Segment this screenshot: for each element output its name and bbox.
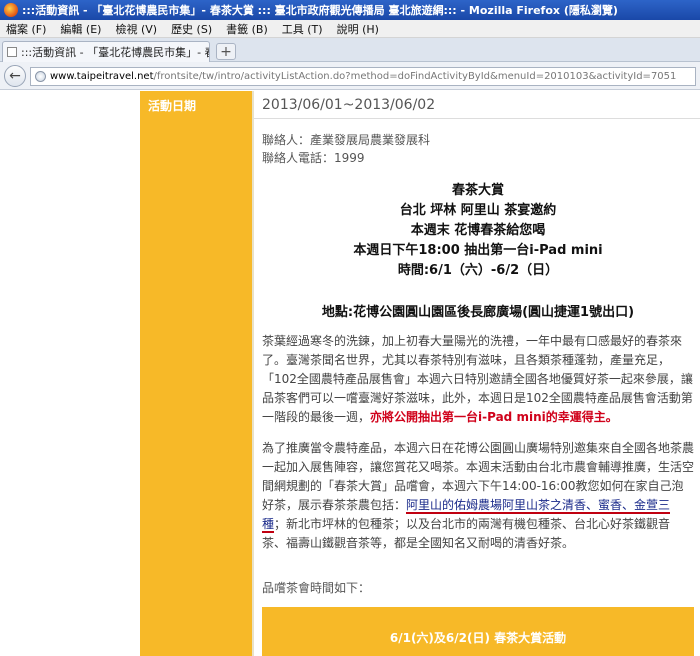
date-row: 2013/06/01~2013/06/02 <box>254 91 700 119</box>
column-divider <box>252 91 254 656</box>
page-favicon-icon <box>7 47 17 57</box>
paragraph-2-text-b: ；新北市坪林的包種茶；以及台北市的兩灣有機包種茶、台北心好茶鐵觀音茶、福壽山鐵觀… <box>262 517 671 550</box>
tab-label: :::活動資訊 - 「臺北花博農民市集」- 春⋯ <box>21 46 210 59</box>
menu-view[interactable]: 檢視 (V) <box>115 21 157 37</box>
contact-phone: 聯絡人電話：1999 <box>262 151 365 165</box>
page-content: 活動日期 2013/06/01~2013/06/02 聯絡人：產業發展局農業發展… <box>0 91 700 656</box>
tasting-schedule-label: 品嚐茶會時間如下： <box>262 581 371 595</box>
globe-icon <box>35 71 46 82</box>
new-tab-button[interactable]: + <box>216 43 236 60</box>
menu-history[interactable]: 歷史 (S) <box>171 21 212 37</box>
tab-activity-info[interactable]: :::活動資訊 - 「臺北花博農民市集」- 春⋯ <box>2 41 210 62</box>
back-button[interactable]: ← <box>4 65 26 87</box>
article-body: 聯絡人：產業發展局農業發展科 聯絡人電話：1999 春茶大賞 台北 坪林 阿里山… <box>262 131 694 553</box>
menu-file[interactable]: 檔案 (F) <box>6 21 46 37</box>
menu-tools[interactable]: 工具 (T) <box>282 21 323 37</box>
url-path: /frontsite/tw/intro/activityListAction.d… <box>153 71 677 82</box>
contact-person: 聯絡人：產業發展局農業發展科 <box>262 133 431 147</box>
paragraph-1: 茶葉經過寒冬的洗鍊，加上初春大量陽光的洗禮，一年中最有口感最好的春茶來了。臺灣茶… <box>262 332 694 427</box>
menu-edit[interactable]: 編輯 (E) <box>60 21 101 37</box>
menu-bookmarks[interactable]: 書籤 (B) <box>226 21 268 37</box>
event-date: 2013/06/01~2013/06/02 <box>262 97 436 113</box>
menu-help[interactable]: 說明 (H) <box>337 21 379 37</box>
headline-2: 台北 坪林 阿里山 茶宴邀約 <box>399 203 557 218</box>
url-domain: www.taipeitravel.net <box>50 71 154 82</box>
menu-bar: 檔案 (F) 編輯 (E) 檢視 (V) 歷史 (S) 書籤 (B) 工具 (T… <box>0 20 700 38</box>
event-banner: 6/1(六)及6/2(日) 春茶大賞活動 <box>262 607 694 656</box>
event-banner-title: 6/1(六)及6/2(日) 春茶大賞活動 <box>389 631 567 645</box>
window-titlebar: :::活動資訊 - 「臺北花博農民市集」- 春茶大賞 ::: 臺北市政府觀光傳播… <box>0 0 700 20</box>
tab-bar: :::活動資訊 - 「臺北花博農民市集」- 春⋯ + <box>0 38 700 62</box>
headline-5: 時間:6/1（六）-6/2（日） <box>397 263 559 278</box>
headline-1: 春茶大賞 <box>451 183 504 198</box>
firefox-icon <box>4 3 18 17</box>
sidebar-column: 活動日期 <box>140 91 252 656</box>
url-bar[interactable]: www.taipeitravel.net /frontsite/tw/intro… <box>30 67 696 86</box>
event-location: 地點:花博公園圓山園區後長廊廣場(圓山捷運1號出口) <box>321 305 635 320</box>
window-title: :::活動資訊 - 「臺北花博農民市集」- 春茶大賞 ::: 臺北市政府觀光傳播… <box>22 4 618 17</box>
paragraph-2: 為了推廣當令農特產品，本週六日在花博公園圓山廣場特別邀集來自全國各地茶農一起加入… <box>262 439 694 553</box>
headline-4: 本週日下午18:00 抽出第一台i-Pad mini <box>353 243 603 258</box>
paragraph-1-highlight: 亦將公開抽出第一台i-Pad mini的幸運得主。 <box>370 410 618 424</box>
sidebar-label-date: 活動日期 <box>148 99 197 113</box>
headline-3: 本週末 花博春茶給您喝 <box>410 223 546 238</box>
navigation-bar: ← www.taipeitravel.net /frontsite/tw/int… <box>0 62 700 90</box>
